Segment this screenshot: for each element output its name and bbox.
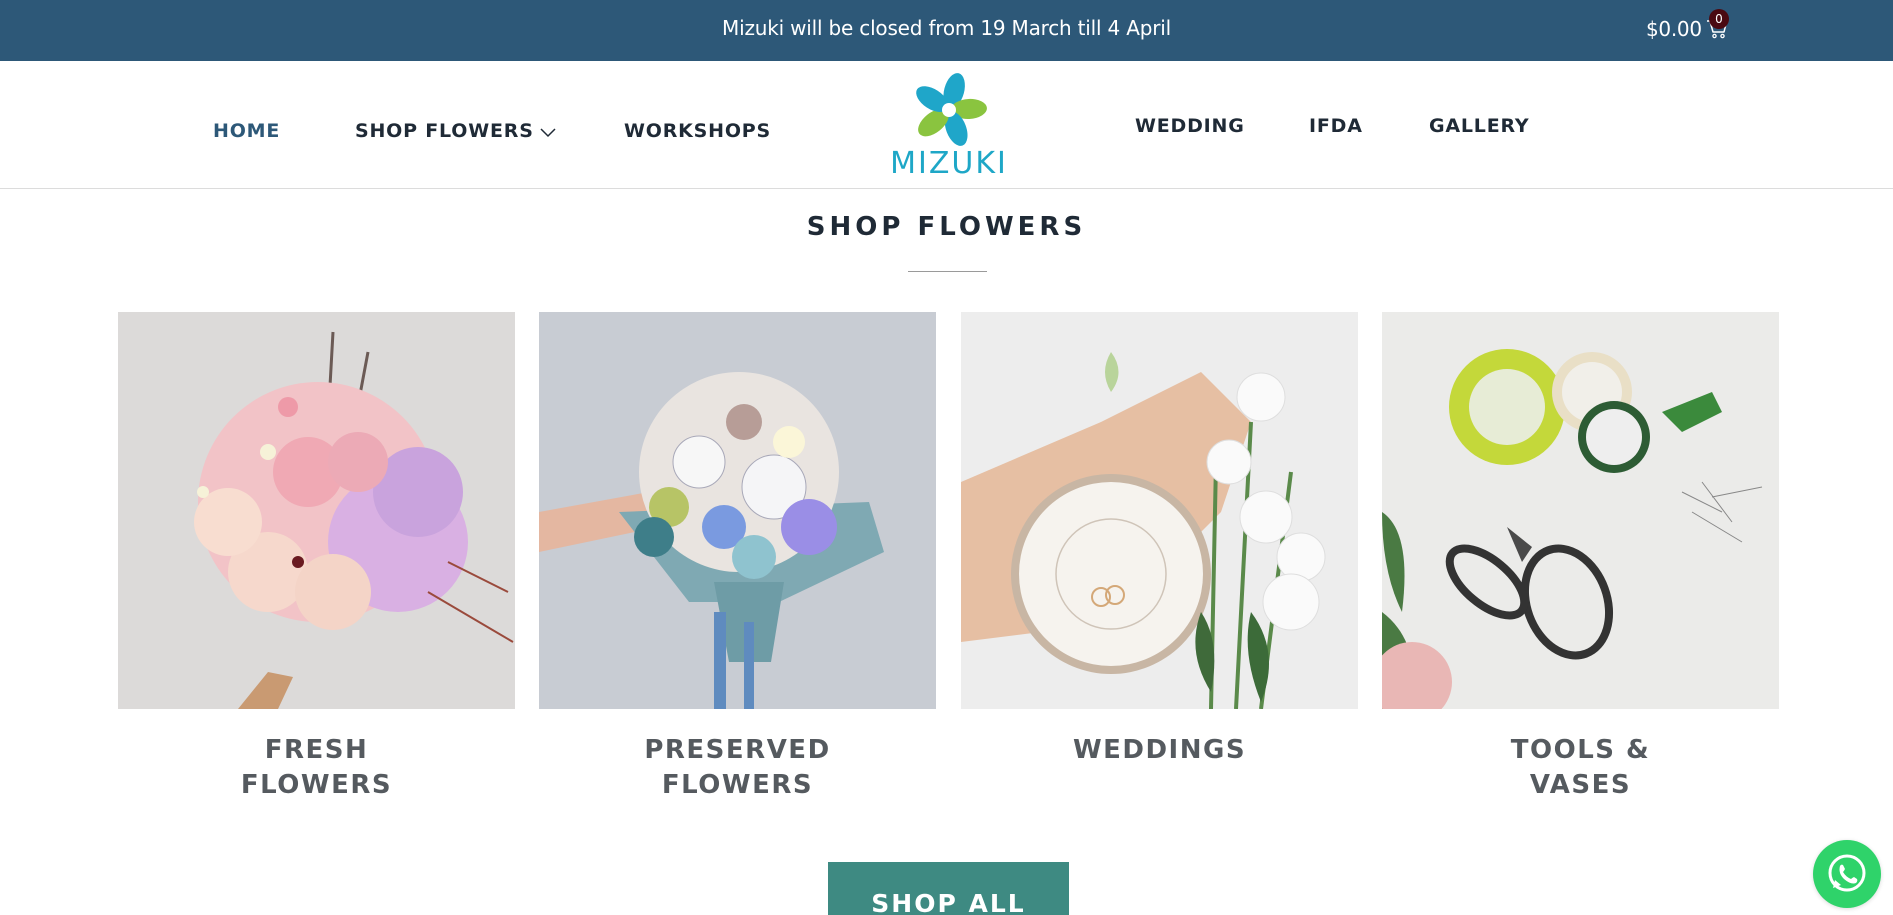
category-line-1: WEDDINGS — [1072, 735, 1247, 765]
category-line-2: FLOWERS — [661, 770, 814, 800]
whatsapp-chat-button[interactable] — [1813, 840, 1881, 908]
announcement-text: Mizuki will be closed from 19 March till… — [722, 16, 1171, 40]
announcement-bar: Mizuki will be closed from 19 March till… — [0, 0, 1893, 61]
category-line-1: FRESH — [264, 735, 369, 765]
nav-gallery[interactable]: GALLERY — [1429, 115, 1529, 137]
preserved-flowers-label[interactable]: PRESERVED FLOWERS — [539, 733, 936, 803]
category-line-1: TOOLS & — [1510, 735, 1651, 765]
weddings-label[interactable]: WEDDINGS — [961, 733, 1358, 768]
nav-ifda[interactable]: IFDA — [1309, 115, 1363, 137]
weddings-image[interactable] — [961, 312, 1358, 709]
shop-all-button[interactable]: SHOP ALL — [828, 862, 1069, 915]
cart-total: $0.00 — [1646, 17, 1702, 41]
tools-vases-image[interactable] — [1382, 312, 1779, 709]
pink-bouquet-photo — [118, 312, 515, 709]
nav-wedding[interactable]: WEDDING — [1135, 115, 1245, 137]
flower-logo-icon — [916, 73, 987, 146]
cart-count-badge: 0 — [1709, 9, 1729, 29]
preserved-bouquet-photo — [539, 312, 936, 709]
preserved-flowers-image[interactable] — [539, 312, 936, 709]
category-line-1: PRESERVED — [644, 735, 831, 765]
section-title: SHOP FLOWERS — [806, 212, 1087, 242]
title-divider — [908, 271, 987, 272]
nav-shop-flowers[interactable]: SHOP FLOWERS — [355, 120, 556, 143]
fresh-flowers-label[interactable]: FRESH FLOWERS — [118, 733, 515, 803]
nav-shop-flowers-label: SHOP FLOWERS — [355, 120, 534, 142]
nav-workshops[interactable]: WORKSHOPS — [624, 120, 771, 142]
wedding-rings-plate-photo — [961, 312, 1358, 709]
chevron-down-icon — [540, 121, 556, 143]
fresh-flowers-image[interactable] — [118, 312, 515, 709]
nav-home[interactable]: HOME — [213, 120, 280, 142]
floral-tape-scissors-photo — [1382, 312, 1779, 709]
logo-wordmark: MIZUKI — [890, 146, 1008, 181]
category-line-2: VASES — [1529, 770, 1632, 800]
category-line-2: FLOWERS — [240, 770, 393, 800]
tools-vases-label[interactable]: TOOLS & VASES — [1382, 733, 1779, 803]
whatsapp-icon — [1828, 854, 1866, 892]
